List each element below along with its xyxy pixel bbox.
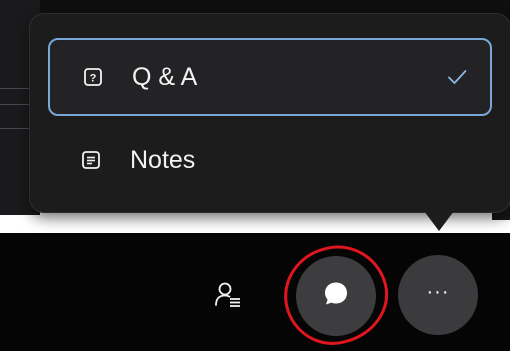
menu-item-label: Notes [130, 145, 196, 174]
menu-item-notes[interactable]: Notes [48, 121, 492, 199]
more-button[interactable]: ··· [398, 255, 478, 335]
question-box-icon: ? [82, 66, 104, 88]
more-icon: ··· [426, 281, 450, 303]
window-edge [0, 351, 510, 360]
popup-pointer [424, 211, 454, 231]
chat-bubble-icon [321, 279, 351, 314]
people-button[interactable] [201, 270, 255, 324]
more-options-menu: ? Q & A Notes [30, 14, 510, 212]
notes-icon [80, 149, 102, 171]
checkmark-icon [446, 66, 468, 88]
people-icon [213, 280, 243, 315]
menu-item-label: Q & A [132, 62, 198, 91]
menu-item-qa[interactable]: ? Q & A [48, 38, 492, 116]
svg-text:?: ? [90, 73, 97, 85]
chat-button[interactable] [296, 256, 376, 336]
